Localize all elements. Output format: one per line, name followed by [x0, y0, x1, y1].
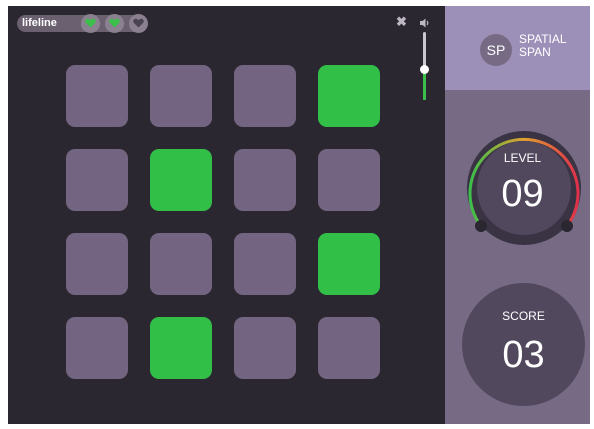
game-screen: lifeline ✖ SP SPATIAL SPAN LEVEL 09 SCOR… [8, 6, 590, 424]
grid-tile-r2-c2[interactable] [150, 149, 212, 211]
close-icon[interactable]: ✖ [396, 15, 407, 28]
game-board: lifeline ✖ [8, 6, 445, 424]
grid-tile-r3-c3[interactable] [234, 233, 296, 295]
grid-tile-r3-c4[interactable] [318, 233, 380, 295]
grid-tile-r4-c4[interactable] [318, 317, 380, 379]
grid-tile-r1-c4[interactable] [318, 65, 380, 127]
game-header: SP SPATIAL SPAN [445, 6, 590, 90]
grid-tile-r4-c1[interactable] [66, 317, 128, 379]
side-panel: SP SPATIAL SPAN LEVEL 09 SCORE 03 [445, 6, 590, 424]
heart-icon [129, 14, 148, 33]
grid-tile-r2-c3[interactable] [234, 149, 296, 211]
grid-tile-r2-c4[interactable] [318, 149, 380, 211]
score-value: 03 [502, 334, 545, 376]
grid-tile-r2-c1[interactable] [66, 149, 128, 211]
grid-tile-r4-c2[interactable] [150, 317, 212, 379]
heart-icon [105, 14, 124, 33]
grid-tile-r3-c2[interactable] [150, 233, 212, 295]
game-title-line2: SPAN [519, 45, 551, 59]
heart-icon [81, 14, 100, 33]
grid-tile-r1-c1[interactable] [66, 65, 128, 127]
game-title: SPATIAL SPAN [519, 33, 585, 59]
level-value: 09 [501, 173, 544, 215]
grid-tile-r3-c1[interactable] [66, 233, 128, 295]
volume-slider[interactable] [420, 32, 429, 100]
lifeline-bar: lifeline [17, 14, 148, 33]
speaker-icon[interactable] [420, 15, 430, 33]
grid-tile-r1-c2[interactable] [150, 65, 212, 127]
game-logo: SP [480, 34, 512, 66]
grid-tile-r1-c3[interactable] [234, 65, 296, 127]
score-label: SCORE [502, 309, 545, 323]
level-label: LEVEL [503, 151, 542, 165]
lifeline-label: lifeline [22, 17, 57, 29]
volume-fill [423, 69, 426, 100]
volume-knob[interactable] [420, 64, 429, 74]
grid-tile-r4-c3[interactable] [234, 317, 296, 379]
